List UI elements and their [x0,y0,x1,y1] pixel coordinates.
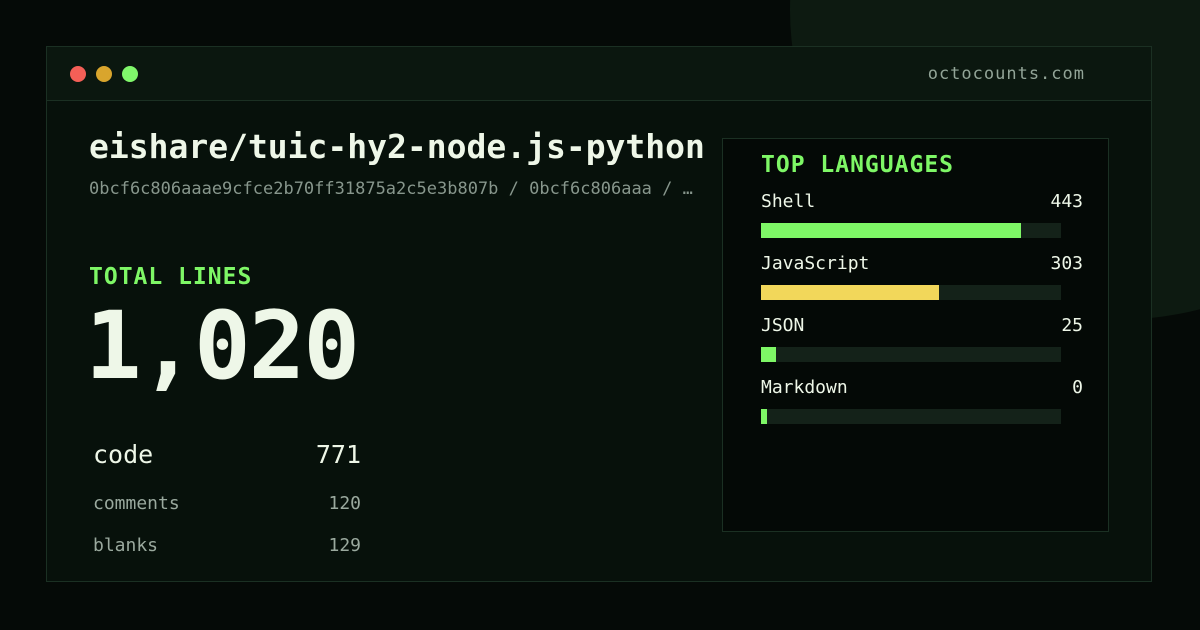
language-bar-fill [761,409,767,424]
maximize-window-dot[interactable] [122,66,138,82]
stat-code-value: 771 [315,440,361,469]
language-bar-track [761,223,1061,238]
language-name: Shell [761,191,816,212]
stat-blanks-label: blanks [93,535,159,556]
language-lines: 443 [1050,191,1083,212]
total-lines-label: TOTAL LINES [89,264,253,290]
language-shell: Shell 443 [761,191,1083,241]
stat-code: code 771 [93,440,361,469]
window: octocounts.com eishare/tuic-hy2-node.js-… [46,46,1152,582]
language-bar-fill [761,285,939,300]
stat-comments-label: comments [93,493,180,514]
language-javascript: JavaScript 303 [761,253,1083,303]
window-titlebar: octocounts.com [47,47,1151,101]
language-json: JSON 25 [761,315,1083,365]
site-domain: octocounts.com [927,64,1085,84]
language-lines: 303 [1050,253,1083,274]
language-bar-fill [761,347,776,362]
total-lines-value: 1,020 [85,292,360,401]
stat-code-label: code [93,440,154,469]
stat-blanks-value: 129 [328,535,361,556]
language-bar-track [761,409,1061,424]
top-languages-panel: TOP LANGUAGES Shell 443 JavaScript 303 J… [722,138,1109,532]
language-name: Markdown [761,377,848,398]
language-lines: 0 [1072,377,1083,398]
page: octocounts.com eishare/tuic-hy2-node.js-… [0,0,1200,630]
language-markdown: Markdown 0 [761,377,1083,427]
repository-commit-path: 0bcf6c806aaae9cfce2b70ff31875a2c5e3b807b… [89,179,693,199]
stat-comments: comments 120 [93,493,361,514]
minimize-window-dot[interactable] [96,66,112,82]
language-bar-track [761,347,1061,362]
language-name: JSON [761,315,805,336]
repository-title: eishare/tuic-hy2-node.js-python [89,127,705,166]
top-languages-title: TOP LANGUAGES [761,152,955,178]
language-bar-fill [761,223,1022,238]
stat-blanks: blanks 129 [93,535,361,556]
language-lines: 25 [1061,315,1083,336]
language-bar-track [761,285,1061,300]
stat-comments-value: 120 [328,493,361,514]
language-name: JavaScript [761,253,870,274]
close-window-dot[interactable] [70,66,86,82]
